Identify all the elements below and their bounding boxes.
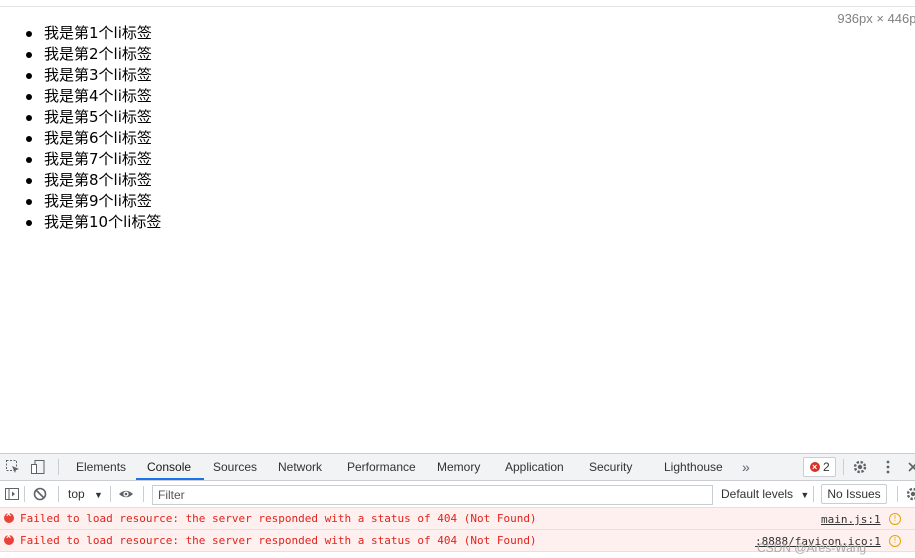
error-count-badge[interactable]: 2: [803, 457, 836, 477]
inspect-element-icon[interactable]: [5, 459, 21, 475]
list-item-text: 我是第7个li标签: [44, 150, 152, 168]
top-divider: [0, 6, 915, 7]
bullet-icon: [26, 220, 32, 226]
tab-application[interactable]: Application: [505, 454, 564, 480]
devtools-tabbar: Elements Console Sources Network Performance…: [0, 454, 915, 481]
bullet-icon: [26, 157, 32, 163]
list-item: 我是第8个li标签: [0, 170, 161, 191]
list-item: 我是第6个li标签: [0, 128, 161, 149]
issues-button[interactable]: No Issues: [821, 484, 887, 504]
filterbar-divider: [110, 486, 111, 502]
list-item: 我是第7个li标签: [0, 149, 161, 170]
list-item: 我是第1个li标签: [0, 23, 161, 44]
tab-network[interactable]: Network: [278, 454, 322, 480]
chevron-down-icon: ▼: [800, 490, 810, 500]
bullet-icon: [26, 199, 32, 205]
filterbar-divider: [813, 486, 814, 502]
console-error-message: Failed to load resource: the server resp…: [0, 530, 915, 552]
double-chevron-right-icon[interactable]: »: [742, 454, 750, 480]
context-select[interactable]: top ▼: [68, 487, 103, 501]
li-list: 我是第1个li标签 我是第2个li标签 我是第3个li标签 我是第4个li标签 我是第5…: [0, 23, 161, 233]
bullet-icon: [26, 94, 32, 100]
list-item-text: 我是第8个li标签: [44, 171, 152, 189]
log-levels-select[interactable]: Default levels ▼: [721, 487, 809, 501]
list-item-text: 我是第4个li标签: [44, 87, 152, 105]
kebab-menu-icon[interactable]: [880, 459, 896, 475]
list-item-text: 我是第10个li标签: [44, 213, 162, 231]
live-expression-eye-icon[interactable]: [118, 486, 134, 502]
bullet-icon: [26, 136, 32, 142]
issue-warning-icon[interactable]: !: [889, 535, 901, 547]
gear-icon[interactable]: [852, 459, 868, 475]
tabbar-divider: [58, 459, 59, 475]
console-message-source[interactable]: :8888/favicon.ico:1: [755, 535, 881, 548]
list-item-text: 我是第2个li标签: [44, 45, 152, 63]
console-message-text: Failed to load resource: the server resp…: [20, 512, 537, 525]
viewport-size-label: 936px × 446px: [837, 11, 915, 26]
tab-lighthouse[interactable]: Lighthouse: [664, 454, 723, 480]
list-item: 我是第4个li标签: [0, 86, 161, 107]
console-settings-icon[interactable]: [905, 486, 915, 502]
levels-label: Default levels: [721, 487, 794, 501]
list-item: 我是第10个li标签: [0, 212, 161, 233]
tab-security[interactable]: Security: [589, 454, 632, 480]
error-icon: [4, 509, 14, 523]
console-filterbar: top ▼ Default levels ▼ No Issues: [0, 481, 915, 508]
bullet-icon: [26, 178, 32, 184]
filterbar-divider: [24, 486, 25, 502]
tab-performance[interactable]: Performance: [347, 454, 416, 480]
bullet-icon: [26, 52, 32, 58]
devtools-panel: Elements Console Sources Network Performance…: [0, 453, 915, 558]
console-message-text: Failed to load resource: the server resp…: [20, 534, 537, 547]
clear-console-icon[interactable]: [32, 486, 48, 502]
tabbar-divider: [843, 459, 844, 475]
show-sidebar-icon[interactable]: [4, 486, 20, 502]
filterbar-divider: [58, 486, 59, 502]
list-item-text: 我是第1个li标签: [44, 24, 152, 42]
list-item: 我是第3个li标签: [0, 65, 161, 86]
list-item-text: 我是第3个li标签: [44, 66, 152, 84]
bullet-icon: [26, 31, 32, 37]
error-icon: [810, 458, 820, 476]
list-item: 我是第2个li标签: [0, 44, 161, 65]
context-label: top: [68, 487, 85, 501]
error-count: 2: [823, 460, 830, 474]
tab-console[interactable]: Console: [136, 454, 205, 480]
bullet-icon: [26, 73, 32, 79]
list-item-text: 我是第9个li标签: [44, 192, 152, 210]
tab-elements[interactable]: Elements: [76, 454, 126, 480]
tab-memory[interactable]: Memory: [437, 454, 480, 480]
error-icon: [4, 531, 14, 545]
chevron-down-icon: ▼: [94, 490, 103, 500]
filter-input[interactable]: [152, 485, 713, 505]
page-viewport: 936px × 446px 我是第1个li标签 我是第2个li标签 我是第3个li标…: [0, 0, 915, 453]
bullet-icon: [26, 115, 32, 121]
filterbar-divider: [897, 486, 898, 502]
filterbar-divider: [143, 486, 144, 502]
close-icon[interactable]: [905, 459, 915, 475]
console-error-message: Failed to load resource: the server resp…: [0, 508, 915, 530]
list-item: 我是第9个li标签: [0, 191, 161, 212]
device-toolbar-icon[interactable]: [30, 459, 46, 475]
list-item: 我是第5个li标签: [0, 107, 161, 128]
tab-sources[interactable]: Sources: [213, 454, 257, 480]
issue-warning-icon[interactable]: !: [889, 513, 901, 525]
list-item-text: 我是第5个li标签: [44, 108, 152, 126]
list-item-text: 我是第6个li标签: [44, 129, 152, 147]
console-message-source[interactable]: main.js:1: [821, 513, 881, 526]
